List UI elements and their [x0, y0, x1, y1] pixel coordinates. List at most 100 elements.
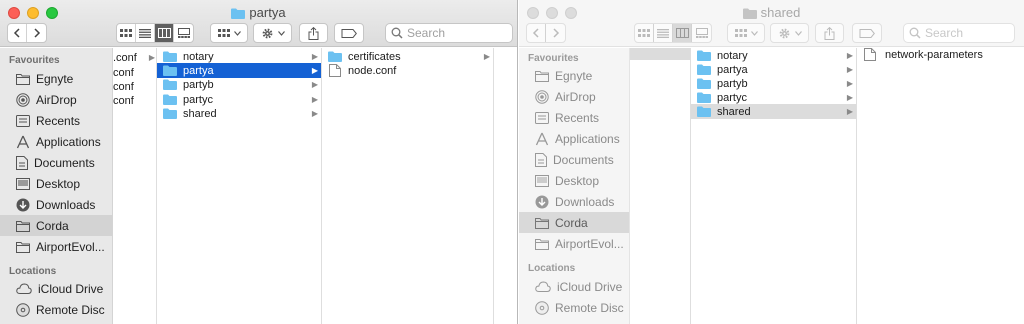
sidebar-item-recents[interactable]: Recents: [519, 107, 629, 128]
column-nodes: notary ▶ partya ▶ partyb ▶ partyc ▶ shared ▶: [157, 48, 322, 324]
folder-icon: [535, 238, 549, 250]
tags-button[interactable]: [852, 23, 882, 43]
column-view-button[interactable]: [673, 24, 692, 42]
sidebar-item-desktop[interactable]: Desktop: [0, 173, 112, 194]
recents-icon: [535, 111, 549, 124]
back-button[interactable]: [527, 24, 546, 42]
list-item-network-parameters[interactable]: network-parameters: [857, 46, 1024, 63]
icon-view-button[interactable]: [635, 24, 654, 42]
sidebar-item-label: Remote Disc: [36, 302, 105, 317]
document-icon: [329, 64, 341, 77]
sidebar-item-downloads[interactable]: Downloads: [0, 194, 112, 215]
list-item-shared[interactable]: shared ▶: [691, 104, 856, 119]
back-forward-control: [7, 23, 47, 43]
list-item-label: conf: [113, 80, 134, 93]
list-item[interactable]: conf: [113, 65, 156, 80]
sidebar-item-label: iCloud Drive: [38, 281, 104, 296]
sidebar-item-airdrop[interactable]: AirDrop: [0, 89, 112, 110]
tag-icon: [859, 28, 875, 38]
list-item-notary[interactable]: notary ▶: [157, 49, 321, 64]
forward-button[interactable]: [546, 24, 565, 42]
sidebar-item-documents[interactable]: Documents: [0, 152, 112, 173]
list-item[interactable]: .conf ▶: [113, 50, 156, 65]
sidebar-item-documents[interactable]: Documents: [519, 149, 629, 170]
forward-button[interactable]: [27, 24, 46, 42]
view-mode-control: [116, 23, 194, 43]
folder-icon: [697, 106, 711, 117]
sidebar-item-applications[interactable]: Applications: [0, 131, 112, 152]
column-view-button[interactable]: [155, 24, 174, 42]
list-item-label: shared: [183, 107, 217, 120]
group-by-button[interactable]: [210, 23, 248, 43]
sidebar-item-label: Recents: [36, 113, 81, 128]
sidebar-heading-locations: Locations: [528, 263, 576, 274]
sidebar-item-remote-disc[interactable]: Remote Disc: [0, 299, 112, 320]
list-item-label: .conf: [113, 51, 137, 64]
sidebar-heading-favourites: Favourites: [528, 53, 579, 64]
folder-icon: [231, 8, 246, 19]
list-item-partyb[interactable]: partyb ▶: [157, 77, 321, 92]
sidebar-item-icloud-drive[interactable]: iCloud Drive: [519, 276, 629, 297]
action-button[interactable]: [770, 23, 809, 43]
chevron-down-icon: [233, 30, 241, 36]
sidebar-item-corda[interactable]: Corda: [519, 212, 629, 233]
back-button[interactable]: [8, 24, 27, 42]
columns-icon: [675, 28, 689, 38]
columns-icon: [157, 28, 171, 38]
sidebar-item-applications[interactable]: Applications: [519, 128, 629, 149]
list-item-partya[interactable]: partya ▶: [691, 62, 856, 77]
sidebar-item-label: Applications: [36, 134, 101, 149]
sidebar-item-label: AirDrop: [555, 89, 596, 104]
share-button[interactable]: [815, 23, 844, 43]
disc-icon: [16, 302, 30, 317]
sidebar-item-desktop[interactable]: Desktop: [519, 170, 629, 191]
window-title-text: partya: [249, 5, 286, 20]
tags-button[interactable]: [334, 23, 364, 43]
search-field[interactable]: Search: [385, 23, 513, 43]
list-item[interactable]: conf: [113, 79, 156, 94]
view-mode-control: [634, 23, 712, 43]
list-item-partyb[interactable]: partyb ▶: [691, 76, 856, 91]
sidebar-item-egnyte[interactable]: Egnyte: [0, 68, 112, 89]
list-item-shared[interactable]: shared ▶: [157, 106, 321, 121]
sidebar-item-downloads[interactable]: Downloads: [519, 191, 629, 212]
sidebar-heading-locations: Locations: [9, 266, 57, 277]
list-item[interactable]: conf: [113, 93, 156, 108]
chevron-right-icon: [33, 28, 40, 38]
gallery-icon: [695, 28, 708, 38]
gallery-view-button[interactable]: [692, 24, 711, 42]
list-item-partyc[interactable]: partyc ▶: [691, 90, 856, 105]
sidebar-item-airportevol[interactable]: AirportEvol...: [0, 236, 112, 257]
sidebar-item-airdrop[interactable]: AirDrop: [519, 86, 629, 107]
list-view-button[interactable]: [136, 24, 155, 42]
chevron-right-icon: ▶: [311, 109, 318, 118]
sidebar-item-recents[interactable]: Recents: [0, 110, 112, 131]
search-field[interactable]: Search: [903, 23, 1015, 43]
list-item-node-conf[interactable]: node.conf: [322, 63, 493, 78]
list-view-button[interactable]: [654, 24, 673, 42]
disc-icon: [535, 300, 549, 315]
list-item-partya[interactable]: partya ▶: [157, 63, 321, 78]
sidebar-item-icloud-drive[interactable]: iCloud Drive: [0, 278, 112, 299]
share-button[interactable]: [299, 23, 328, 43]
list-item-selected[interactable]: [630, 48, 690, 60]
list-item-label: notary: [183, 50, 214, 63]
sidebar-item-corda[interactable]: Corda: [0, 215, 112, 236]
list-item-label: conf: [113, 94, 134, 107]
icon-view-button[interactable]: [117, 24, 136, 42]
chevron-left-icon: [13, 28, 20, 38]
list-item-partyc[interactable]: partyc ▶: [157, 92, 321, 107]
list-item-notary[interactable]: notary ▶: [691, 48, 856, 63]
list-icon: [657, 28, 669, 38]
desktop-icon: [535, 174, 549, 187]
chevron-down-icon: [750, 30, 758, 36]
action-button[interactable]: [253, 23, 292, 43]
sidebar-item-remote-disc[interactable]: Remote Disc: [519, 297, 629, 318]
sidebar-item-egnyte[interactable]: Egnyte: [519, 65, 629, 86]
list-item-label: network-parameters: [885, 48, 983, 61]
search-icon: [391, 27, 403, 39]
sidebar-item-airportevol[interactable]: AirportEvol...: [519, 233, 629, 254]
group-by-button[interactable]: [727, 23, 765, 43]
list-item-certificates[interactable]: certificates ▶: [322, 49, 493, 64]
gallery-view-button[interactable]: [174, 24, 193, 42]
